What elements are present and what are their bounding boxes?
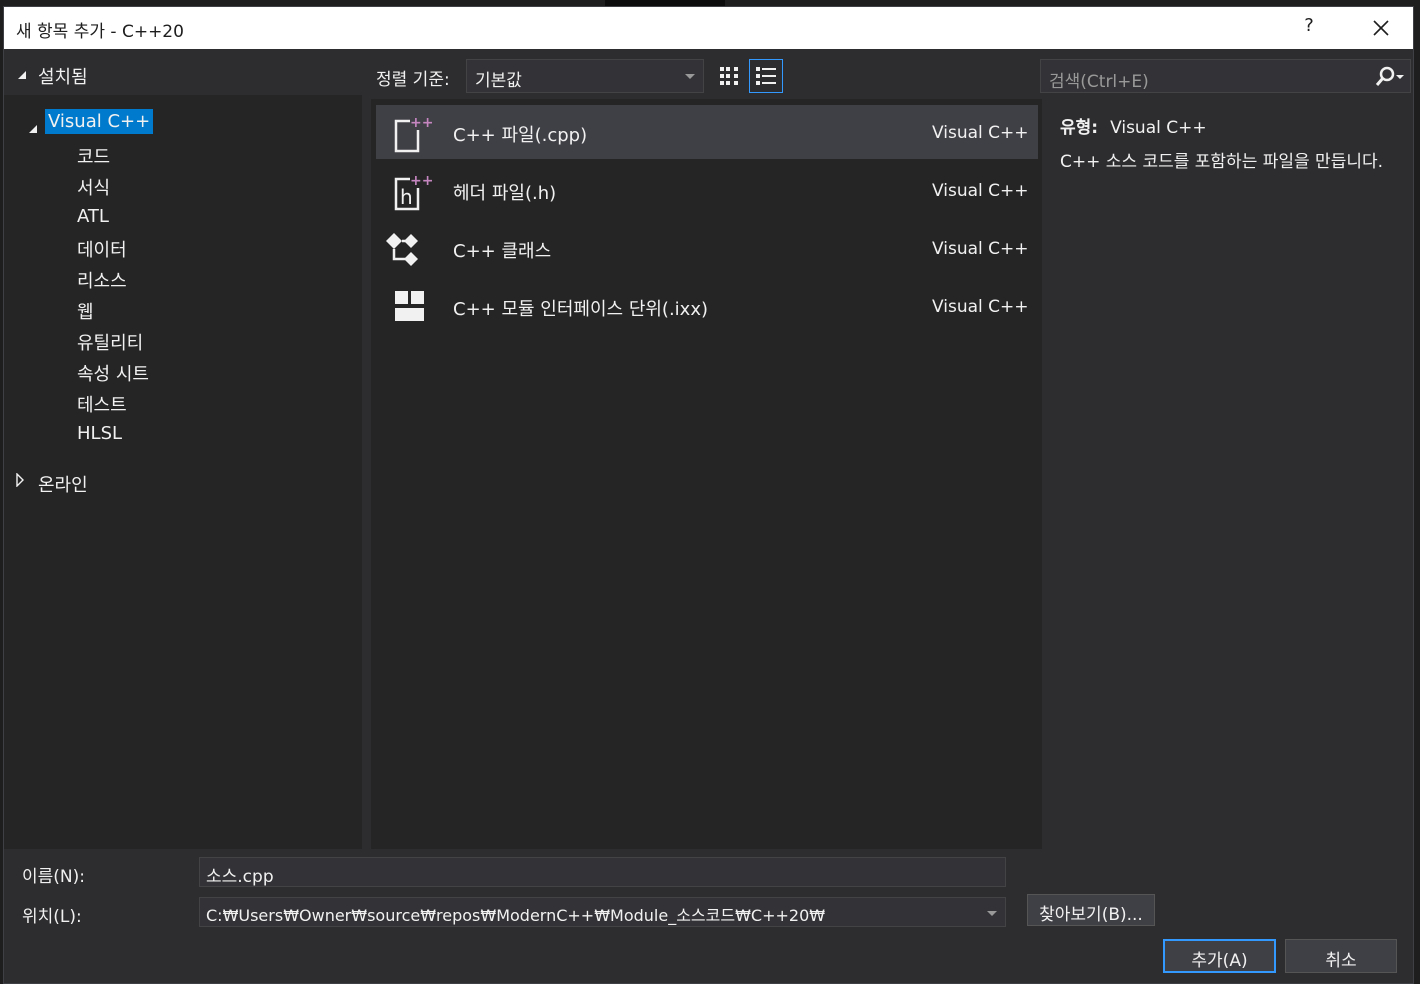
template-name: C++ 클래스 [453, 241, 552, 262]
search-icon [1375, 66, 1404, 86]
sort-label: 정렬 기준: [376, 70, 450, 90]
template-language: Visual C++ [932, 123, 1029, 143]
name-label: 이름(N): [22, 867, 85, 887]
tree-item-format[interactable]: 서식 [77, 174, 110, 200]
sort-selected-value: 기본값 [475, 71, 522, 91]
tree-installed-header[interactable]: 설치됨 [4, 49, 362, 95]
tree-item-property-sheet[interactable]: 속성 시트 [77, 360, 149, 386]
template-item-cpp-file[interactable]: ++ C++ 파일(.cpp) Visual C++ [376, 105, 1038, 159]
template-item-module-interface[interactable]: C++ 모듈 인터페이스 단위(.ixx) Visual C++ [376, 279, 1038, 333]
collapse-triangle-icon[interactable] [27, 123, 39, 135]
search-box[interactable]: 검색(Ctrl+E) [1040, 59, 1411, 93]
svg-text:++: ++ [410, 115, 432, 131]
module-icon [395, 291, 424, 321]
location-field[interactable]: C:₩Users₩Owner₩source₩repos₩ModernC++₩Mo… [199, 897, 1006, 927]
template-item-header-file[interactable]: ++ h 헤더 파일(.h) Visual C++ [376, 163, 1038, 217]
svg-text:h: h [400, 185, 413, 209]
list-view-icon [756, 67, 776, 85]
close-button[interactable] [1366, 15, 1396, 41]
tree-item-hlsl[interactable]: HLSL [77, 423, 122, 444]
template-name: C++ 파일(.cpp) [453, 125, 588, 146]
template-tree: 설치됨 Visual C++ 코드 서식 ATL 데이터 리소스 웹 유틸리티 … [4, 49, 362, 849]
class-icon [386, 233, 418, 266]
list-view-button[interactable] [749, 59, 783, 93]
tree-item-resource[interactable]: 리소스 [77, 267, 127, 293]
location-field-value: C:₩Users₩Owner₩source₩repos₩ModernC++₩Mo… [206, 906, 826, 925]
tree-item-atl[interactable]: ATL [77, 206, 109, 227]
template-language: Visual C++ [932, 297, 1029, 317]
info-type: 유형: Visual C++ [1060, 113, 1207, 138]
header-file-icon: ++ h [394, 173, 432, 211]
svg-text:++: ++ [410, 173, 432, 189]
cancel-button[interactable]: 취소 [1285, 939, 1397, 973]
search-button[interactable] [1372, 64, 1406, 90]
tree-item-test[interactable]: 테스트 [77, 391, 127, 417]
info-type-value: Visual C++ [1110, 118, 1207, 138]
template-list: ++ C++ 파일(.cpp) Visual C++ ++ h 헤더 파일(.h… [371, 99, 1042, 849]
template-name: C++ 모듈 인터페이스 단위(.ixx) [453, 299, 709, 320]
add-button[interactable]: 추가(A) [1163, 939, 1276, 973]
tree-item-online[interactable]: 온라인 [38, 471, 88, 497]
info-type-label: 유형: [1060, 118, 1099, 138]
close-icon [1373, 20, 1389, 36]
name-field[interactable]: 소스.cpp [199, 857, 1006, 887]
grid-view-icon [720, 67, 738, 85]
tree-item-code[interactable]: 코드 [77, 143, 110, 169]
tree-item-utility[interactable]: 유틸리티 [77, 329, 143, 355]
title-bar: 새 항목 추가 - C++20 ? [4, 7, 1413, 49]
tree-item-visual-cpp[interactable]: Visual C++ [45, 109, 154, 134]
template-name: 헤더 파일(.h) [453, 183, 557, 204]
template-item-cpp-class[interactable]: C++ 클래스 Visual C++ [376, 221, 1038, 275]
chevron-down-icon[interactable] [987, 911, 997, 916]
tree-item-web[interactable]: 웹 [77, 298, 94, 324]
collapse-triangle-icon[interactable] [16, 69, 28, 81]
tree-item-data[interactable]: 데이터 [77, 236, 127, 262]
cpp-file-icon: ++ [394, 115, 432, 153]
template-language: Visual C++ [932, 181, 1029, 201]
dialog-title: 새 항목 추가 - C++20 [16, 22, 184, 42]
help-button[interactable]: ? [1294, 15, 1324, 41]
expand-triangle-icon[interactable] [15, 473, 25, 487]
sort-dropdown[interactable]: 기본값 [466, 59, 704, 93]
tree-installed-label: 설치됨 [38, 67, 88, 88]
template-language: Visual C++ [932, 239, 1029, 259]
search-placeholder: 검색(Ctrl+E) [1049, 72, 1149, 92]
name-field-value: 소스.cpp [206, 867, 274, 887]
info-description: C++ 소스 코드를 포함하는 파일을 만듭니다. [1060, 152, 1384, 172]
add-new-item-dialog: 새 항목 추가 - C++20 ? 설치됨 Visual C++ 코드 서식 A… [3, 6, 1414, 984]
location-label: 위치(L): [22, 907, 82, 927]
browse-button[interactable]: 찾아보기(B)... [1027, 894, 1155, 926]
small-icons-view-button[interactable] [712, 59, 746, 93]
chevron-down-icon [685, 74, 695, 79]
